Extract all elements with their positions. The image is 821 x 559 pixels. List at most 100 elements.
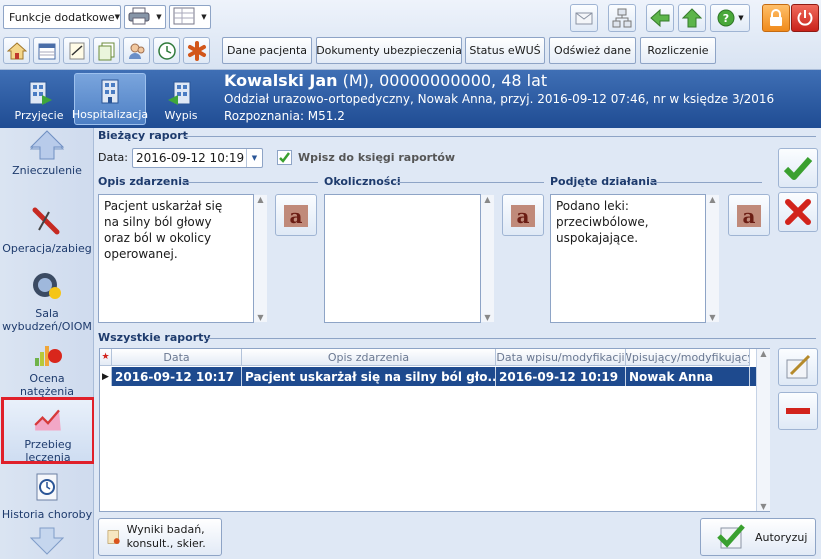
home-button[interactable]: [3, 37, 30, 64]
date-value: 2016-09-12 10:19: [136, 151, 245, 165]
settlement-button[interactable]: Rozliczenie: [640, 37, 716, 64]
layout-combo[interactable]: ▼: [169, 5, 211, 29]
cell-description: Pacjent uskarżał się na silny ból gło...: [242, 367, 496, 386]
sidebar-item-medical-history[interactable]: Historia choroby: [0, 470, 94, 521]
sidebar-item-recovery-room[interactable]: Sala wybudzeń/OIOM: [0, 269, 94, 333]
column-header-date[interactable]: Data: [112, 349, 242, 366]
table-row[interactable]: 2016-09-12 10:17 Pacjent uskarżał się na…: [112, 367, 756, 386]
scroll-up-icon[interactable]: [29, 132, 65, 158]
network-icon: [612, 8, 632, 28]
refresh-data-button[interactable]: Odśwież dane: [549, 37, 636, 64]
edit-report-button[interactable]: [778, 348, 818, 386]
dictionary-button[interactable]: a: [275, 194, 317, 236]
sidebar-item-label: Przebieg leczenia: [24, 438, 72, 464]
users-button[interactable]: [123, 37, 150, 64]
scroll-up-arrow: ▲: [257, 195, 264, 204]
building-icon: [101, 79, 119, 104]
dictionary-button[interactable]: a: [502, 194, 544, 236]
scroll-down-arrow: ▼: [709, 313, 716, 322]
circumstances-field[interactable]: [324, 194, 481, 323]
documents-button[interactable]: [93, 37, 120, 64]
date-label: Data:: [98, 151, 128, 164]
cell-date: 2016-09-12 10:17: [112, 367, 242, 386]
building-icon: [29, 81, 52, 105]
authorize-icon: [717, 524, 745, 549]
mode-admission[interactable]: Przyjęcie: [3, 73, 75, 125]
sidebar-item-treatment-course[interactable]: Przebieg leczenia: [1, 397, 95, 464]
notes-button[interactable]: [63, 37, 90, 64]
sidebar-item-label: Operacja/zabieg: [2, 242, 92, 255]
documents-icon: [98, 42, 114, 60]
event-description-field[interactable]: Pacjent uskarżał się na silny ból głowy …: [98, 194, 254, 323]
home-icon: [6, 41, 27, 59]
patient-header: Przyjęcie Hospitalizacja Wypis Kowalski …: [0, 70, 821, 128]
scroll-down-icon[interactable]: [29, 527, 65, 555]
clock-icon: [157, 41, 176, 60]
emergency-button[interactable]: [183, 37, 210, 64]
divider: [650, 182, 762, 183]
insurance-docs-button[interactable]: Dokumenty ubezpieczenia: [316, 37, 462, 64]
divider: [396, 182, 544, 183]
printer-icon: [125, 7, 153, 28]
authorize-button-label: Autoryzuj: [755, 530, 808, 544]
cancel-button[interactable]: [778, 192, 818, 232]
up-button[interactable]: [678, 4, 706, 32]
reports-table[interactable]: ★ Data Opis zdarzenia Data wpisu/modyfik…: [99, 348, 770, 512]
column-header-mod-date[interactable]: Data wpisu/modyfikacji: [496, 349, 626, 366]
current-report-title: Bieżący raport: [98, 129, 188, 142]
results-button[interactable]: Wyniki badań, konsult., skier.: [98, 518, 222, 556]
table-scrollbar[interactable]: ▲ ▼: [756, 349, 770, 511]
dictionary-button[interactable]: a: [728, 194, 770, 236]
lock-button[interactable]: [762, 4, 790, 32]
clock-button[interactable]: [153, 37, 180, 64]
svg-text:?: ?: [723, 12, 729, 25]
authorize-button[interactable]: Autoryzuj: [700, 518, 816, 556]
help-button[interactable]: ? ▼: [710, 4, 750, 32]
minus-icon: [786, 408, 810, 414]
calendar-button[interactable]: [33, 37, 60, 64]
mode-discharge[interactable]: Wypis: [145, 73, 217, 125]
scrollbar[interactable]: ▲ ▼: [706, 195, 719, 322]
patient-details: (M), 00000000000, 48 lat: [337, 71, 548, 90]
lock-icon: [770, 9, 782, 26]
text-template-icon: a: [511, 204, 535, 228]
sidebar-item-anesthesia[interactable]: Znieczulenie: [0, 164, 94, 177]
functions-combo[interactable]: Funkcje dodatkowe ▼: [3, 5, 121, 29]
date-field[interactable]: 2016-09-12 10:19 ▼: [132, 148, 263, 168]
cell-author: Nowak Anna: [626, 367, 750, 386]
delete-report-button[interactable]: [778, 392, 818, 430]
svg-text:a: a: [290, 204, 303, 228]
actions-taken-field[interactable]: Podano leki: przeciwbólowe, uspokajające…: [550, 194, 706, 323]
scalpel-icon: [32, 207, 60, 235]
mode-hospitalization[interactable]: Hospitalizacja: [72, 73, 148, 125]
column-header-author[interactable]: Wpisujący/modyfikujący: [626, 349, 750, 366]
back-button[interactable]: [646, 4, 674, 32]
register-checkbox[interactable]: [277, 150, 292, 165]
mode-admission-label: Przyjęcie: [14, 109, 64, 122]
sidebar: Znieczulenie Operacja/zabieg Sala wybudz…: [0, 128, 95, 559]
scroll-up-arrow: ▲: [760, 349, 767, 358]
ewus-status-button[interactable]: Status eWUŚ: [465, 37, 545, 64]
save-button[interactable]: [778, 148, 818, 188]
functions-combo-label: Funkcje dodatkowe: [9, 10, 115, 24]
patient-data-button[interactable]: Dane pacjenta: [222, 37, 312, 64]
chart-trend-icon: [34, 409, 61, 431]
all-reports-title: Wszystkie raporty: [98, 331, 211, 344]
column-header-description[interactable]: Opis zdarzenia: [242, 349, 496, 366]
sidebar-item-label: Znieczulenie: [12, 164, 82, 177]
network-button[interactable]: [608, 4, 636, 32]
sidebar-item-operation[interactable]: Operacja/zabieg: [0, 204, 94, 255]
power-button[interactable]: [791, 4, 819, 32]
building-icon: [168, 81, 191, 105]
pain-scale-icon: [35, 346, 62, 366]
print-combo[interactable]: ▼: [124, 5, 166, 29]
help-icon: ?: [717, 9, 735, 27]
row-pointer-icon: ▶: [100, 367, 112, 386]
sidebar-item-label: Historia choroby: [1, 508, 93, 521]
arrow-up-icon: [682, 8, 702, 28]
svg-text:a: a: [517, 204, 530, 228]
mail-button[interactable]: [570, 4, 598, 32]
scrollbar[interactable]: ▲ ▼: [254, 195, 267, 322]
scrollbar[interactable]: ▲ ▼: [481, 195, 494, 322]
cell-mod-date: 2016-09-12 10:19: [496, 367, 626, 386]
